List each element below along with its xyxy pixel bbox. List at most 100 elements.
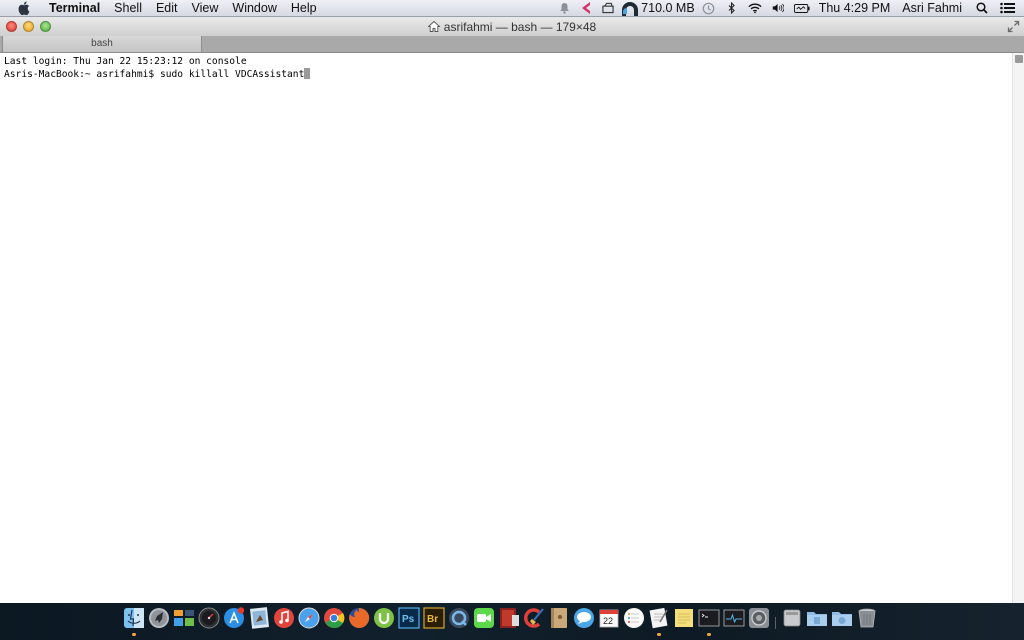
dock-utorrent[interactable]	[372, 606, 395, 629]
terminal-prompt-line: Asris-MacBook:~ asrifahmi$ sudo killall …	[4, 68, 1008, 81]
dock-trash[interactable]	[855, 606, 878, 629]
battery-status[interactable]	[789, 0, 815, 17]
textedit-icon	[649, 607, 668, 628]
notification-center-icon	[999, 2, 1015, 14]
bridge-icon: Br	[422, 606, 445, 629]
tab-bash[interactable]: bash	[2, 36, 202, 53]
menu-edit[interactable]: Edit	[149, 0, 185, 17]
dock-chrome[interactable]	[322, 606, 345, 629]
fullscreen-icon	[1007, 20, 1020, 33]
notification-icon	[559, 3, 569, 14]
dock-itunes[interactable]	[272, 606, 295, 629]
dock-finder[interactable]	[122, 606, 145, 636]
dock-app-store[interactable]	[222, 606, 245, 629]
bluetooth-status[interactable]	[721, 0, 743, 17]
dock-facetime[interactable]	[472, 606, 495, 629]
user-name[interactable]: Asri Fahmi	[896, 0, 970, 17]
apple-menu[interactable]	[14, 1, 32, 15]
window-controls	[6, 21, 51, 32]
photoshop-icon: Ps	[397, 606, 420, 629]
dock: Ps Br 22	[122, 606, 878, 640]
messages-icon	[573, 607, 594, 628]
launchpad-icon	[148, 607, 169, 628]
dashboard-icon	[198, 607, 219, 628]
memory-monitor[interactable]: 710.0 MB	[619, 0, 697, 17]
zoom-button[interactable]	[40, 21, 51, 32]
dock-photoshop[interactable]: Ps	[397, 606, 420, 629]
dock-system-preferences[interactable]	[747, 606, 770, 629]
apple-icon	[18, 1, 29, 15]
minimize-button[interactable]	[23, 21, 34, 32]
battery-icon	[793, 3, 810, 13]
downloads-folder-icon	[831, 611, 852, 626]
dock-messages[interactable]	[572, 606, 595, 629]
notification-center-button[interactable]	[994, 0, 1020, 17]
dock-contacts[interactable]	[547, 606, 570, 629]
menu-shell[interactable]: Shell	[107, 0, 149, 17]
activity-monitor-icon	[723, 609, 744, 626]
finder-icon	[123, 607, 144, 628]
dock-ccleaner[interactable]	[522, 606, 545, 629]
close-button[interactable]	[6, 21, 17, 32]
dock-bridge[interactable]: Br	[422, 606, 445, 629]
firefox-icon	[348, 607, 369, 628]
documents-folder-icon	[806, 611, 827, 626]
dock-quicktime[interactable]	[447, 606, 470, 629]
chrome-icon	[323, 607, 344, 628]
dock-photo-booth[interactable]	[497, 606, 520, 629]
window-title: asrifahmi — bash — 179×48	[427, 20, 596, 34]
svg-text:Br: Br	[427, 614, 438, 625]
trash-icon	[858, 608, 875, 627]
terminal-icon	[698, 609, 719, 626]
dock-separator	[772, 606, 778, 629]
dock-mission-control[interactable]	[172, 606, 195, 629]
wifi-status[interactable]	[743, 0, 767, 17]
menu-view[interactable]: View	[185, 0, 226, 17]
terminal-content[interactable]: Last login: Thu Jan 22 15:23:12 on conso…	[0, 53, 1012, 603]
dock-stickies[interactable]	[672, 606, 695, 629]
dock-preview[interactable]	[247, 606, 270, 629]
dock-launchpad[interactable]	[147, 606, 170, 629]
drive-status[interactable]	[597, 0, 619, 17]
title-bar[interactable]: asrifahmi — bash — 179×48	[0, 17, 1024, 36]
time-machine-icon	[702, 2, 715, 14]
time-machine-status[interactable]	[697, 0, 721, 17]
dock-terminal[interactable]	[697, 606, 720, 636]
running-indicator	[131, 633, 136, 636]
vertical-scrollbar[interactable]	[1012, 53, 1024, 603]
dock-safari[interactable]	[297, 606, 320, 629]
dock-hard-drive[interactable]	[780, 606, 803, 629]
quicktime-icon	[448, 607, 469, 628]
dock-reminders[interactable]	[622, 606, 645, 629]
reminders-icon	[623, 607, 644, 628]
dock-calendar[interactable]: 22	[597, 606, 620, 629]
notification-status[interactable]	[553, 0, 575, 17]
scrollbar-thumb[interactable]	[1015, 55, 1023, 63]
facetime-icon	[473, 607, 494, 628]
clock[interactable]: Thu 4:29 PM	[815, 0, 897, 17]
volume-status[interactable]	[767, 0, 789, 17]
contacts-icon	[550, 607, 567, 628]
dock-firefox[interactable]	[347, 606, 370, 629]
text-cursor	[304, 68, 311, 79]
mcafee-status[interactable]	[575, 0, 597, 17]
spotlight-button[interactable]	[970, 0, 994, 17]
menu-app-name[interactable]: Terminal	[42, 0, 107, 17]
memory-monitor-icon	[622, 1, 639, 16]
running-indicator	[706, 633, 711, 636]
bluetooth-icon	[728, 2, 735, 14]
mission-control-icon	[173, 609, 194, 626]
menu-window[interactable]: Window	[225, 0, 283, 17]
dock-activity-monitor[interactable]	[722, 606, 745, 629]
dock-documents[interactable]	[805, 606, 828, 629]
ccleaner-icon	[523, 607, 544, 628]
calendar-date: 22	[603, 616, 613, 626]
terminal-command: Asris-MacBook:~ asrifahmi$ sudo killall …	[4, 69, 305, 80]
menu-help[interactable]: Help	[284, 0, 324, 17]
dock-dashboard[interactable]	[197, 606, 220, 629]
terminal-line: Last login: Thu Jan 22 15:23:12 on conso…	[4, 56, 247, 67]
dock-textedit[interactable]	[647, 606, 670, 636]
fullscreen-button[interactable]	[1007, 20, 1020, 33]
terminal-window: asrifahmi — bash — 179×48 bash Last logi…	[0, 17, 1024, 603]
dock-downloads[interactable]	[830, 606, 853, 629]
